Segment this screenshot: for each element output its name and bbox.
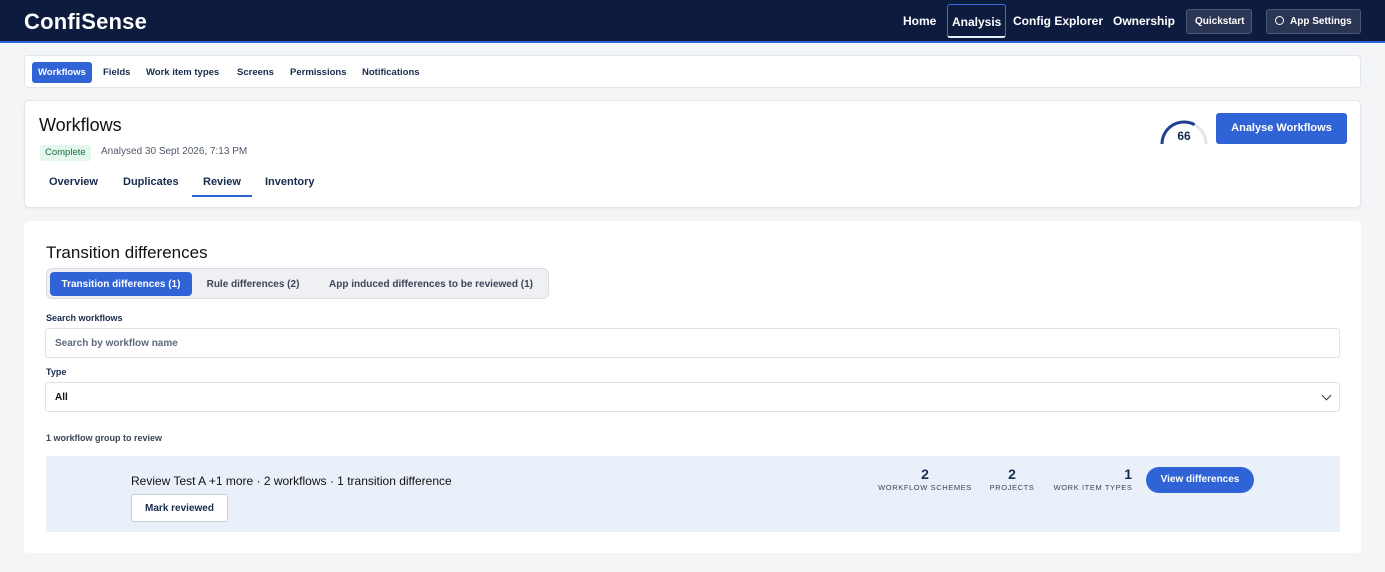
search-label: Search workflows bbox=[46, 313, 123, 323]
difference-type-segmented-control: Transition differences (1) Rule differen… bbox=[46, 268, 549, 299]
subnav-permissions[interactable]: Permissions bbox=[290, 62, 347, 83]
stat-workflow-schemes: 2 WORKFLOW SCHEMES bbox=[873, 466, 977, 492]
search-input[interactable]: Search by workflow name bbox=[45, 328, 1340, 358]
top-navbar: ConfiSense Home Analysis Config Explorer… bbox=[0, 0, 1385, 43]
nav-analysis[interactable]: Analysis bbox=[947, 4, 1007, 38]
tab-inventory[interactable]: Inventory bbox=[265, 176, 315, 188]
sub-navigation: Workflows Fields Work item types Screens… bbox=[24, 55, 1361, 88]
subnav-workflows[interactable]: Workflows bbox=[32, 62, 92, 83]
stat-value: 2 bbox=[1008, 466, 1016, 482]
group-title: Review Test A +1 more · 2 workflows · 1 … bbox=[131, 474, 452, 488]
app-settings-label: App Settings bbox=[1290, 16, 1352, 27]
workflows-header-card: Workflows Complete Analysed 30 Sept 2026… bbox=[24, 100, 1361, 208]
analysed-timestamp: Analysed 30 Sept 2026, 7:13 PM bbox=[101, 146, 248, 157]
section-title: Transition differences bbox=[46, 243, 208, 262]
segment-rule-differences[interactable]: Rule differences (2) bbox=[197, 272, 309, 296]
tab-review[interactable]: Review bbox=[192, 176, 252, 197]
segment-app-induced-differences[interactable]: App induced differences to be reviewed (… bbox=[317, 272, 545, 296]
analyse-workflows-button[interactable]: Analyse Workflows bbox=[1216, 113, 1347, 144]
stat-value: 1 bbox=[1124, 466, 1132, 482]
group-count: 1 workflow group to review bbox=[46, 433, 163, 443]
type-select-value: All bbox=[55, 392, 68, 403]
nav-home[interactable]: Home bbox=[903, 14, 936, 28]
workflow-group-row: Review Test A +1 more · 2 workflows · 1 … bbox=[46, 456, 1340, 532]
stat-label: WORKFLOW SCHEMES bbox=[878, 483, 972, 492]
app-settings-button[interactable]: App Settings bbox=[1266, 9, 1361, 34]
tab-overview[interactable]: Overview bbox=[49, 176, 98, 188]
nav-ownership[interactable]: Ownership bbox=[1113, 14, 1175, 28]
settings-icon bbox=[1275, 16, 1284, 25]
type-select[interactable]: All bbox=[45, 382, 1340, 412]
stat-label: WORK ITEM TYPES bbox=[1053, 483, 1133, 492]
stat-work-item-types: 1 WORK ITEM TYPES bbox=[1048, 466, 1138, 492]
nav-config-explorer[interactable]: Config Explorer bbox=[1013, 14, 1103, 28]
subnav-screens[interactable]: Screens bbox=[237, 62, 274, 83]
quickstart-button[interactable]: Quickstart bbox=[1186, 9, 1252, 34]
quickstart-label: Quickstart bbox=[1195, 16, 1245, 27]
status-badge: Complete bbox=[40, 145, 91, 161]
mark-reviewed-button[interactable]: Mark reviewed bbox=[131, 494, 228, 522]
type-label: Type bbox=[46, 367, 67, 377]
stat-label: PROJECTS bbox=[989, 483, 1035, 492]
view-differences-button[interactable]: View differences bbox=[1146, 467, 1254, 493]
stat-projects: 2 PROJECTS bbox=[986, 466, 1038, 492]
segment-transition-differences[interactable]: Transition differences (1) bbox=[50, 272, 192, 296]
tab-duplicates[interactable]: Duplicates bbox=[123, 176, 179, 188]
review-panel: Transition differences Transition differ… bbox=[24, 221, 1361, 553]
subnav-notifications[interactable]: Notifications bbox=[362, 62, 420, 83]
app-logo[interactable]: ConfiSense bbox=[24, 9, 147, 35]
subnav-work-item-types[interactable]: Work item types bbox=[146, 62, 219, 83]
subnav-fields[interactable]: Fields bbox=[103, 62, 130, 83]
chevron-down-icon bbox=[1321, 390, 1332, 401]
page-title: Workflows bbox=[39, 115, 122, 135]
score-value: 66 bbox=[1177, 129, 1191, 143]
stat-value: 2 bbox=[921, 466, 929, 482]
